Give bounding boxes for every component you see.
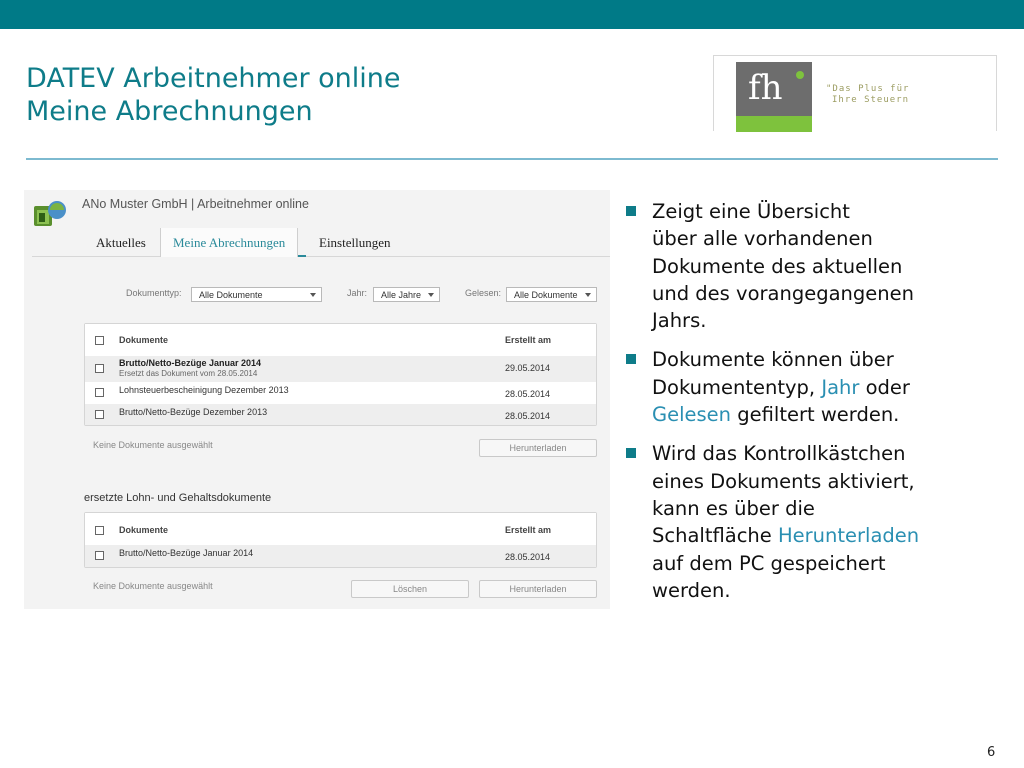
logo-tagline-line-2: Ihre Steuern: [832, 95, 910, 105]
bullet-line: kann es über die: [652, 496, 815, 520]
bullet-line: Wird das Kontrollkästchen: [652, 442, 906, 466]
table-row[interactable]: Brutto/Netto-Bezüge Dezember 2013 28.05.…: [85, 404, 596, 425]
bullet-square-icon: [626, 354, 636, 365]
col-header-created: Erstellt am: [505, 525, 552, 535]
app-logo-icon: [34, 201, 66, 226]
company-logo: fh "Das Plus für Ihre Steuern: [713, 55, 997, 132]
highlight-gelesen: Gelesen: [652, 403, 732, 427]
table-header: Dokumente Erstellt am: [85, 324, 596, 356]
page-number: 6: [987, 745, 996, 760]
replaced-documents-table: Dokumente Erstellt am Brutto/Netto-Bezüg…: [84, 512, 597, 568]
bullet-line: Schaltfläche Herunterladen: [652, 522, 994, 549]
col-header-documents: Dokumente: [119, 335, 169, 345]
row-date: 29.05.2014: [505, 363, 551, 373]
selection-status: Keine Dokumente ausgewählt: [93, 440, 213, 450]
col-header-created: Erstellt am: [505, 335, 552, 345]
bullet-line: auf dem PC gespeichert: [652, 551, 886, 575]
tab-einstellungen[interactable]: Einstellungen: [319, 228, 391, 257]
bullet-line: Jahrs.: [652, 309, 707, 333]
bullet-line: eines Dokuments aktiviert,: [652, 469, 915, 493]
bullet-line: Dokumente des aktuellen: [652, 254, 903, 278]
title-line-2: Meine Abrechnungen: [26, 96, 313, 127]
filter-jahr-label: Jahr:: [347, 288, 368, 298]
bullet-square-icon: [626, 206, 636, 216]
table-row[interactable]: Brutto/Netto-Bezüge Januar 2014 28.05.20…: [85, 545, 596, 567]
documents-table: Dokumente Erstellt am Brutto/Netto-Bezüg…: [84, 323, 597, 426]
bullet-line: Gelesen gefiltert werden.: [652, 401, 994, 428]
section-title-replaced: ersetzte Lohn- und Gehaltsdokumente: [84, 492, 272, 504]
row-checkbox[interactable]: [95, 410, 104, 419]
highlight-jahr: Jahr: [821, 375, 860, 399]
row-document[interactable]: Lohnsteuerbescheinigung Dezember 2013: [119, 385, 289, 395]
chevron-down-icon: [585, 293, 591, 297]
row-date: 28.05.2014: [505, 389, 551, 399]
row-checkbox[interactable]: [95, 388, 104, 397]
tab-meine-abrechnungen[interactable]: Meine Abrechnungen: [160, 228, 299, 257]
row-document[interactable]: Brutto/Netto-Bezüge Dezember 2013: [119, 407, 267, 417]
download-button[interactable]: Herunterladen: [479, 439, 597, 457]
logo-mark-text: fh: [748, 68, 783, 108]
bullet-download: Wird das Kontrollkästchen eines Dokument…: [624, 440, 994, 604]
bullet-line: Dokumententyp, Jahr oder: [652, 374, 994, 401]
bullet-filter: Dokumente können über Dokumententyp, Jah…: [624, 346, 994, 428]
bullet-line: werden.: [652, 578, 731, 602]
logo-tagline: "Das Plus für Ihre Steuern: [826, 84, 909, 106]
bullet-text: Schaltfläche: [652, 524, 778, 548]
bullet-text: oder: [859, 375, 910, 399]
filter-doktyp-value: Alle Dokumente: [199, 290, 263, 300]
selection-status: Keine Dokumente ausgewählt: [93, 581, 213, 591]
tab-aktuelles[interactable]: Aktuelles: [96, 228, 146, 257]
chevron-down-icon: [428, 293, 434, 297]
filter-doktyp-select[interactable]: Alle Dokumente: [191, 287, 322, 302]
bullet-line: und des vorangegangenen: [652, 281, 914, 305]
select-all-checkbox[interactable]: [95, 336, 104, 345]
select-all-checkbox[interactable]: [95, 526, 104, 535]
row-date: 28.05.2014: [505, 552, 551, 562]
filter-gelesen-value: Alle Dokumente: [514, 290, 578, 300]
filter-doktyp-label: Dokumenttyp:: [126, 288, 182, 298]
filter-jahr-value: Alle Jahre: [381, 290, 422, 300]
logo-tagline-line-1: "Das Plus für: [826, 84, 910, 94]
title-divider: [26, 158, 998, 160]
row-document[interactable]: Brutto/Netto-Bezüge Januar 2014: [119, 548, 253, 558]
bullet-text: Dokumententyp,: [652, 375, 822, 399]
bullet-list: Zeigt eine Übersicht über alle vorhanden…: [624, 198, 994, 616]
bullet-line: Zeigt eine Übersicht: [652, 200, 850, 223]
app-window-title: ANo Muster GmbH | Arbeitnehmer online: [82, 197, 309, 211]
header-bar: [0, 0, 1024, 29]
download-button[interactable]: Herunterladen: [479, 580, 597, 598]
bullet-overview: Zeigt eine Übersicht über alle vorhanden…: [624, 198, 994, 334]
row-checkbox[interactable]: [95, 364, 104, 373]
bullet-line: über alle vorhandenen: [652, 227, 873, 251]
filter-jahr-select[interactable]: Alle Jahre: [373, 287, 440, 302]
filter-gelesen-select[interactable]: Alle Dokumente: [506, 287, 597, 302]
row-checkbox[interactable]: [95, 551, 104, 560]
bullet-line: Dokumente können über: [652, 348, 894, 372]
table-row[interactable]: Brutto/Netto-Bezüge Januar 2014 Ersetzt …: [85, 356, 596, 382]
app-screenshot: ANo Muster GmbH | Arbeitnehmer online Ak…: [24, 190, 610, 609]
logo-green-bar: [736, 116, 812, 132]
row-document-note: Ersetzt das Dokument vom 28.05.2014: [119, 369, 258, 378]
title-line-1: DATEV Arbeitnehmer online: [26, 63, 401, 94]
logo-mark: fh: [736, 62, 812, 116]
table-header: Dokumente Erstellt am: [85, 513, 596, 545]
delete-button[interactable]: Löschen: [351, 580, 469, 598]
row-document[interactable]: Brutto/Netto-Bezüge Januar 2014: [119, 358, 261, 368]
logo-dot-icon: [796, 71, 804, 79]
highlight-herunterladen: Herunterladen: [777, 524, 920, 548]
page-title: DATEV Arbeitnehmer online Meine Abrechnu…: [26, 62, 401, 128]
table-row[interactable]: Lohnsteuerbescheinigung Dezember 2013 28…: [85, 382, 596, 404]
filter-gelesen-label: Gelesen:: [465, 288, 502, 298]
bullet-square-icon: [626, 448, 636, 459]
col-header-documents: Dokumente: [119, 525, 169, 535]
row-date: 28.05.2014: [505, 411, 551, 421]
chevron-down-icon: [310, 293, 316, 297]
bullet-text: gefiltert werden.: [731, 403, 900, 427]
